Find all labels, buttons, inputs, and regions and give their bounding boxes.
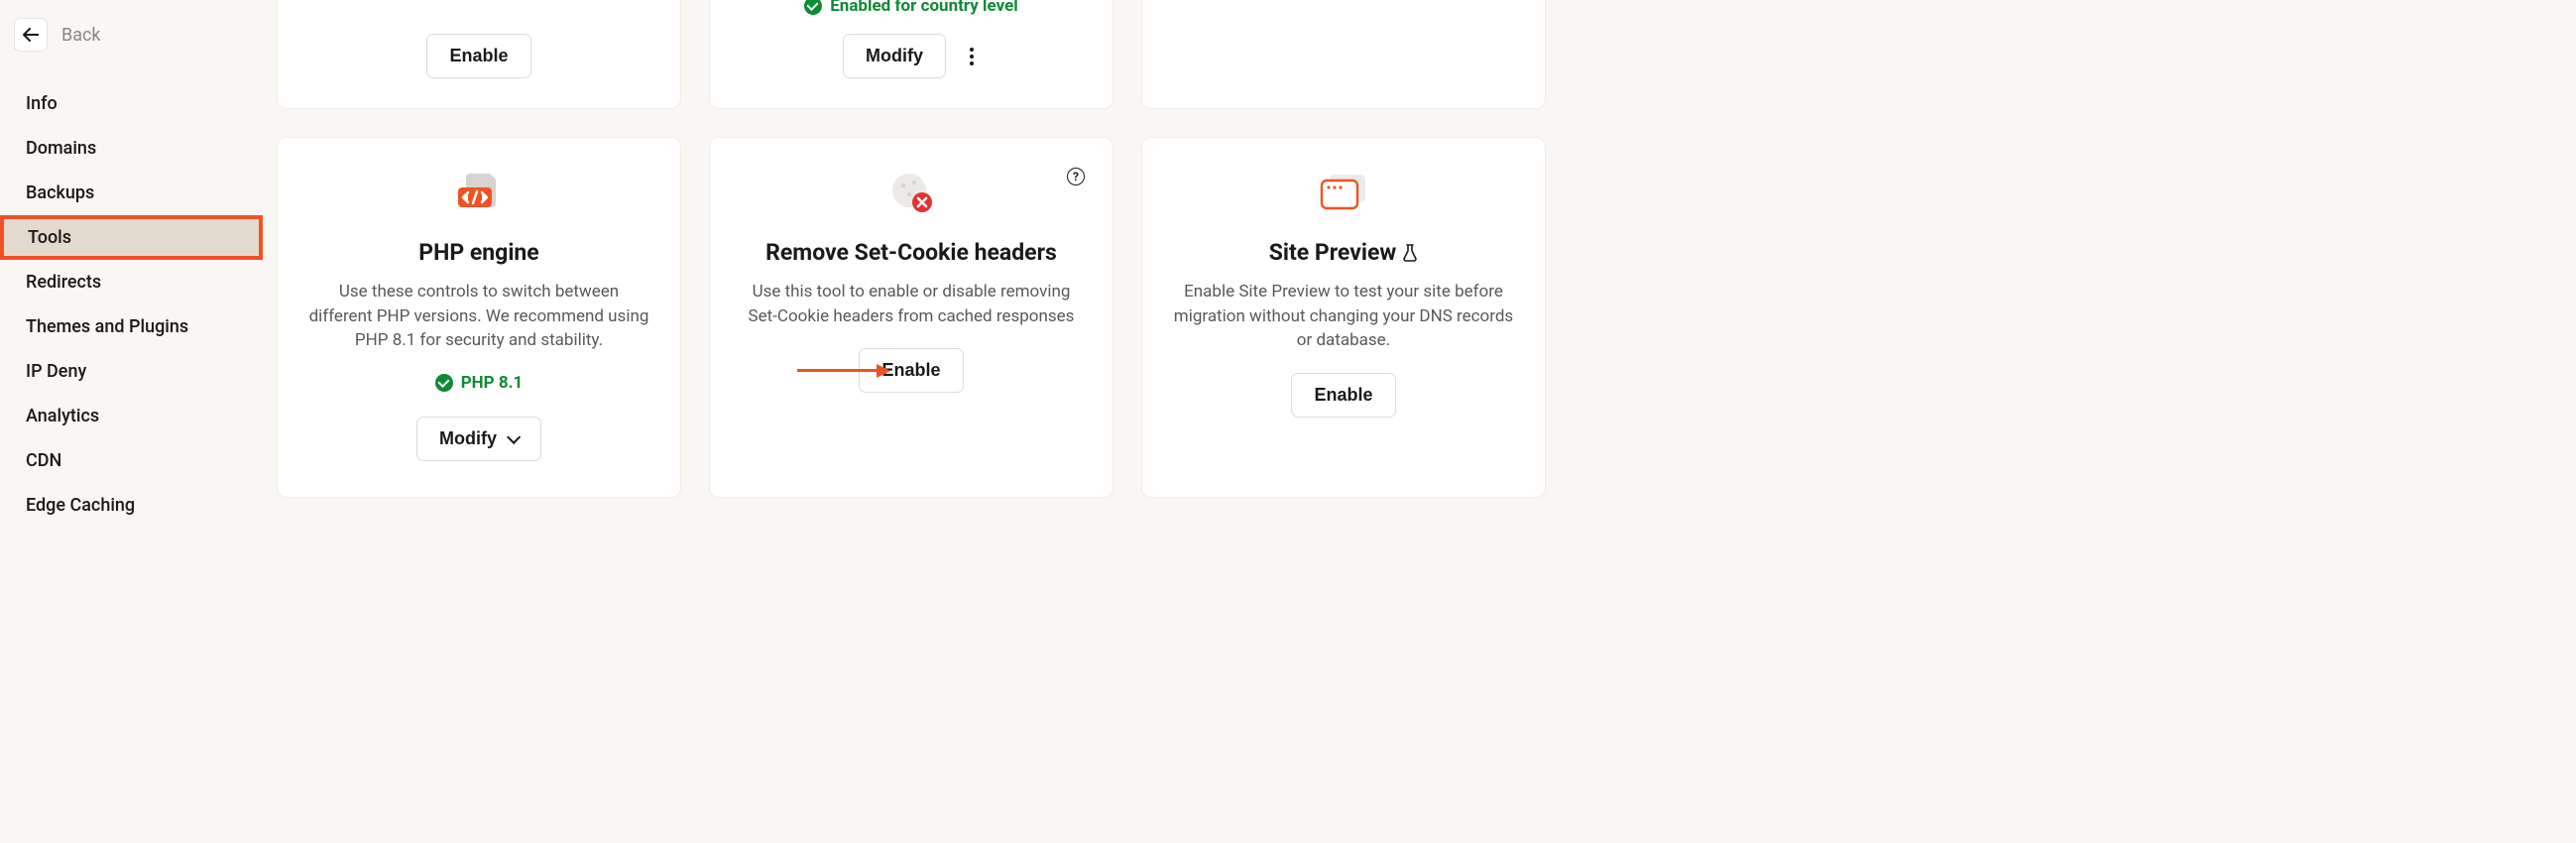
arrow-left-icon <box>23 28 39 42</box>
nav-item-info[interactable]: Info <box>8 81 261 126</box>
nav-item-label: Backups <box>26 182 94 203</box>
button-label: Enable <box>881 360 940 381</box>
nav-item-label: Tools <box>28 227 71 248</box>
php-engine-icon <box>456 172 502 213</box>
button-row: Modify <box>843 34 980 78</box>
nav-item-label: Redirects <box>26 272 101 293</box>
check-icon <box>435 374 453 392</box>
nav-item-domains[interactable]: Domains <box>8 126 261 171</box>
nav-item-tools[interactable]: Tools <box>0 215 263 260</box>
nav-item-label: IP Deny <box>26 361 86 382</box>
nav-item-label: Domains <box>26 138 96 159</box>
nav-item-label: Analytics <box>26 406 99 426</box>
check-icon <box>804 0 822 15</box>
nav-item-themes-plugins[interactable]: Themes and Plugins <box>8 304 261 349</box>
nav-item-label: CDN <box>26 450 61 471</box>
modify-button[interactable]: Modify <box>843 34 946 78</box>
nav-item-backups[interactable]: Backups <box>8 171 261 215</box>
modify-php-button[interactable]: Modify <box>416 417 541 461</box>
back-button[interactable] <box>14 18 48 52</box>
status-enabled: Enabled for country level <box>804 0 1018 16</box>
card-description: Enable Site Preview to test your site be… <box>1170 280 1517 353</box>
card-site-preview: Site Preview Enable Site Preview to test… <box>1141 137 1546 498</box>
php-version-text: PHP 8.1 <box>461 373 524 393</box>
sidebar: Back Info Domains Backups Tools Redirect… <box>0 0 261 843</box>
card-description: Use this tool to enable or disable remov… <box>738 280 1085 328</box>
help-icon[interactable]: ? <box>1067 168 1085 185</box>
card-php-engine: PHP engine Use these controls to switch … <box>277 137 681 498</box>
site-preview-icon <box>1318 172 1369 213</box>
enable-button[interactable]: Enable <box>426 34 530 78</box>
card-title: Site Preview <box>1269 239 1419 266</box>
back-label: Back <box>61 25 101 46</box>
nav-item-label: Info <box>26 93 58 114</box>
chevron-down-icon <box>507 434 519 442</box>
partial-card-right <box>1141 0 1546 109</box>
status-text: Enabled for country level <box>830 0 1018 16</box>
partial-card-left: Enable <box>277 0 681 109</box>
card-title: PHP engine <box>418 239 538 266</box>
button-label: Enable <box>449 46 508 66</box>
card-description: Use these controls to switch between dif… <box>305 280 652 353</box>
nav-item-redirects[interactable]: Redirects <box>8 260 261 304</box>
main: Enable Enabled for country level Modify <box>261 0 2576 843</box>
partial-card-middle: Enabled for country level Modify <box>709 0 1113 109</box>
card-title: Remove Set-Cookie headers <box>765 239 1057 266</box>
flask-icon <box>1402 244 1418 262</box>
button-label: Modify <box>866 46 923 66</box>
nav-item-cdn[interactable]: CDN <box>8 438 261 483</box>
enable-preview-button[interactable]: Enable <box>1291 373 1395 418</box>
cookie-icon <box>887 172 935 213</box>
card-remove-cookie: ? Remove Set-Cookie headers Use this too… <box>709 137 1113 498</box>
more-options-icon[interactable] <box>964 42 980 71</box>
php-version-status: PHP 8.1 <box>435 373 524 393</box>
partial-card-row: Enable Enabled for country level Modify <box>277 0 2560 109</box>
nav-item-label: Edge Caching <box>26 495 135 516</box>
nav: Info Domains Backups Tools Redirects The… <box>0 81 261 528</box>
button-label: Modify <box>439 428 497 449</box>
button-label: Enable <box>1314 385 1372 406</box>
nav-item-analytics[interactable]: Analytics <box>8 394 261 438</box>
pointer-arrow-icon <box>797 364 890 378</box>
nav-item-edge-caching[interactable]: Edge Caching <box>8 483 261 528</box>
nav-item-label: Themes and Plugins <box>26 316 188 337</box>
back-row: Back <box>0 18 261 81</box>
nav-item-ip-deny[interactable]: IP Deny <box>8 349 261 394</box>
